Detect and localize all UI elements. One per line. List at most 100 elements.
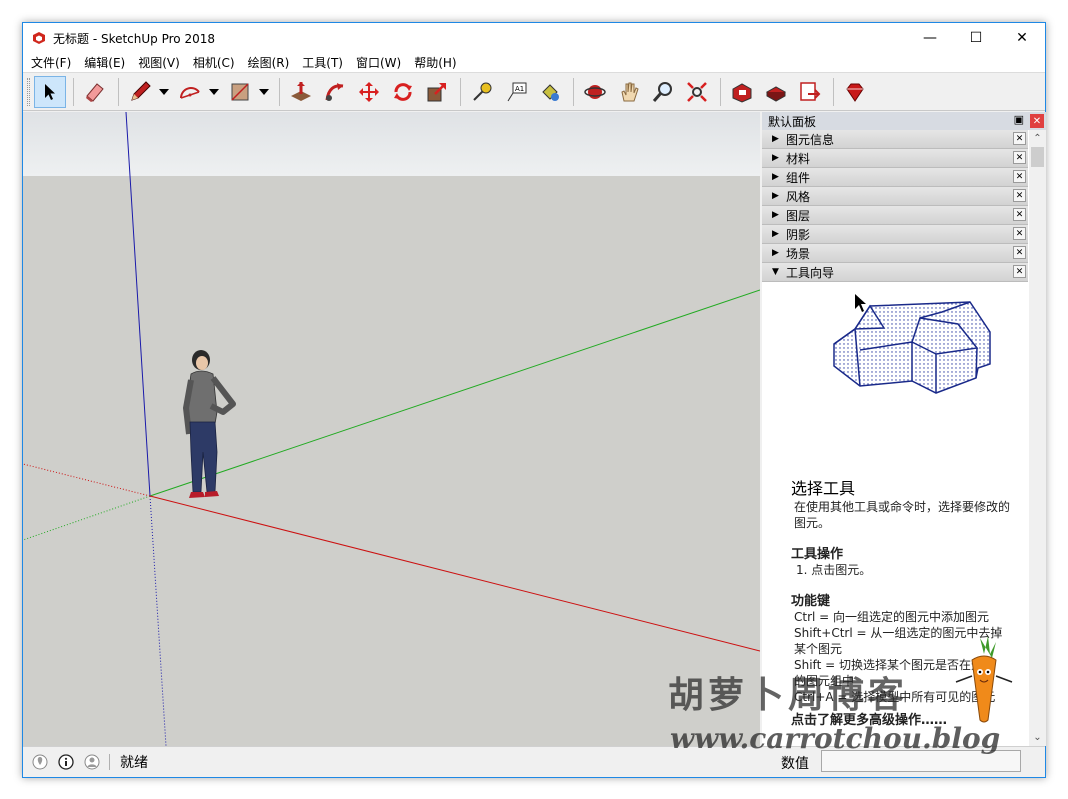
arrow-cursor-icon [45,83,55,100]
tray-close-icon[interactable]: ✕ [1013,189,1026,202]
hand-icon [621,82,639,101]
tray-label: 组件 [786,170,811,185]
menu-edit[interactable]: 编辑(E) [80,53,129,73]
drawing-canvas[interactable] [23,112,760,746]
title-bar[interactable]: 无标题 - SketchUp Pro 2018 — ☐ ✕ [23,23,1045,53]
tray-layers[interactable]: ▶ 图层 ✕ [762,206,1028,225]
tray-close-icon[interactable]: ✕ [1013,151,1026,164]
tray-materials[interactable]: ▶ 材料 ✕ [762,149,1028,168]
follow-me-tool-button[interactable] [319,76,351,108]
menu-draw[interactable]: 绘图(R) [244,53,294,73]
watermark-chinese: 胡萝卜周博客 [668,674,909,716]
arc-tool-button[interactable] [174,76,206,108]
guide-keys-heading: 功能键 [791,594,831,609]
menu-camera[interactable]: 相机(C) [189,53,239,73]
move-arrows-icon [359,81,379,102]
close-button[interactable]: ✕ [999,23,1045,53]
tray-components[interactable]: ▶ 组件 ✕ [762,168,1028,187]
tray-close-icon[interactable]: ✕ [1013,227,1026,240]
arc-icon [180,86,200,99]
menu-tools[interactable]: 工具(T) [298,53,347,73]
model-viewport[interactable] [23,112,760,746]
paint-bucket-tool-button[interactable] [534,76,566,108]
scroll-down-icon[interactable]: ⌄ [1029,729,1046,746]
menu-view[interactable]: 视图(V) [134,53,184,73]
tray-close-icon[interactable]: ✕ [1013,208,1026,221]
move-tool-button[interactable] [353,76,385,108]
arc-tool-dropdown[interactable] [208,76,220,108]
select-tool-button[interactable] [34,75,66,108]
text-label-icon: A1 [507,82,527,101]
menu-file[interactable]: 文件(F) [27,53,75,73]
expand-arrow-icon: ▶ [772,210,779,220]
rotate-tool-button[interactable] [387,76,419,108]
panel-title: 默认面板 [768,114,817,129]
tray-close-icon[interactable]: ✕ [1013,170,1026,183]
zoom-tool-button[interactable] [647,76,679,108]
menu-help[interactable]: 帮助(H) [410,53,460,73]
toolbar-separator [573,77,574,106]
tray-close-icon[interactable]: ✕ [1013,246,1026,259]
maximize-button[interactable]: ☐ [953,23,999,53]
toolbar-separator [833,77,834,106]
follow-me-icon [325,82,344,101]
guide-ops-step: 1. 点击图元。 [796,563,872,577]
menu-window[interactable]: 窗口(W) [352,53,405,73]
expand-arrow-icon: ▶ [772,172,779,182]
carrot-mascot [955,636,1013,723]
tray-entity-info[interactable]: ▶ 图元信息 ✕ [762,130,1028,149]
sky [23,112,760,176]
paint-bucket-icon [542,83,559,101]
line-tool-button[interactable] [124,76,156,108]
orbit-tool-button[interactable] [579,76,611,108]
orbit-icon [584,84,606,99]
scale-tool-button[interactable] [421,76,453,108]
user-account-icon[interactable] [83,753,101,771]
toolbar-separator [118,77,119,106]
collapse-arrow-icon: ▼ [772,267,779,277]
ruby-gem-icon [846,83,864,102]
rectangle-tool-dropdown[interactable] [258,76,270,108]
text-tool-button[interactable]: A1 [500,76,532,108]
rectangle-tool-button[interactable] [224,76,256,108]
extension-warehouse-button[interactable] [760,76,792,108]
push-pull-tool-button[interactable] [285,76,317,108]
extension-manager-button[interactable] [839,76,871,108]
watermark-url: www.carrotchou.blog [670,722,1001,755]
scroll-up-icon[interactable]: ⌃ [1029,130,1046,147]
instructor-illustration [833,294,991,394]
tray-close-icon[interactable]: ✕ [1013,265,1026,278]
info-icon[interactable] [57,753,75,771]
line-tool-dropdown[interactable] [158,76,170,108]
3d-warehouse-button[interactable] [726,76,758,108]
panel-close-button[interactable]: ✕ [1030,114,1044,128]
guide-ops-heading: 工具操作 [791,547,844,562]
tray-close-icon[interactable]: ✕ [1013,132,1026,145]
eraser-icon [86,82,104,102]
toolbar-grip[interactable] [27,77,30,106]
status-text: 就绪 [120,755,148,771]
extension-warehouse-icon [765,85,787,102]
panel-scrollbar[interactable]: ⌃ ⌄ [1029,130,1046,746]
push-pull-icon [291,81,311,101]
tray-scenes[interactable]: ▶ 场景 ✕ [762,244,1028,263]
minimize-button[interactable]: — [907,23,953,53]
toolbar: A1 [23,73,1045,111]
eraser-tool-button[interactable] [79,76,111,108]
guide-title: 选择工具 [791,479,856,498]
scroll-thumb[interactable] [1031,147,1044,167]
tray-instructor[interactable]: ▼ 工具向导 ✕ [762,263,1028,282]
pencil-icon [131,80,151,101]
geo-location-icon[interactable] [31,753,49,771]
pin-icon[interactable]: ▣ [1014,113,1024,126]
tray-shadows[interactable]: ▶ 阴影 ✕ [762,225,1028,244]
window-title: 无标题 - SketchUp Pro 2018 [53,31,215,46]
toolbar-separator [279,77,280,106]
pan-tool-button[interactable] [613,76,645,108]
tape-measure-tool-button[interactable] [466,76,498,108]
cursor-icon [855,294,866,312]
tray-styles[interactable]: ▶ 风格 ✕ [762,187,1028,206]
send-to-layout-button[interactable] [794,76,826,108]
zoom-extents-tool-button[interactable] [681,76,713,108]
expand-arrow-icon: ▶ [772,153,779,163]
